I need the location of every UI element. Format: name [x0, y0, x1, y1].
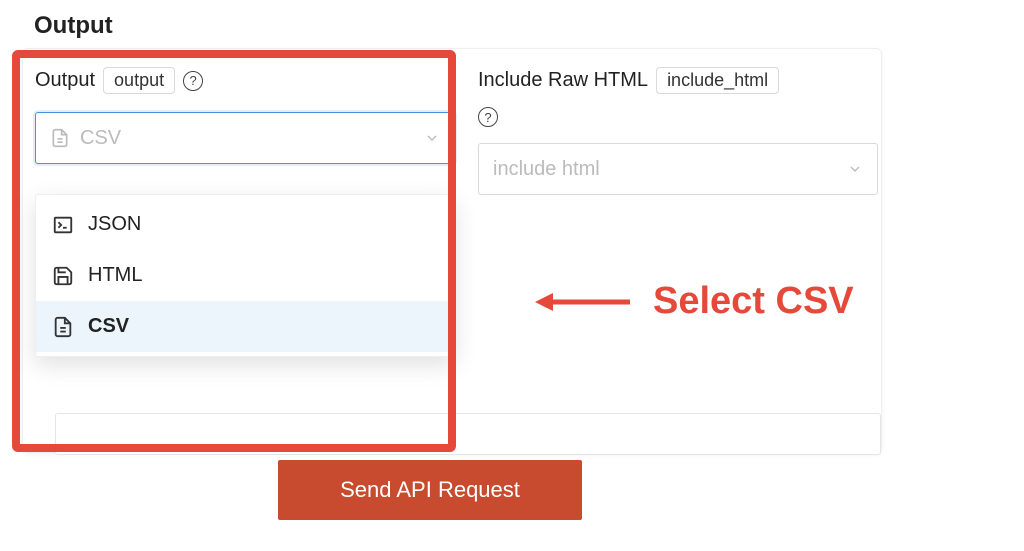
chevron-down-icon [424, 130, 440, 146]
include-param-pill: include_html [656, 67, 779, 94]
output-select-value: CSV [80, 127, 121, 150]
annotation-text: Select CSV [653, 280, 854, 323]
dropdown-option-label: CSV [88, 315, 129, 338]
include-select-wrap: include html [478, 143, 878, 195]
arrow-left-icon [535, 287, 635, 317]
output-select[interactable]: CSV [35, 112, 455, 164]
form-panel: Output output ? CSV Include Raw HTML inc… [22, 48, 882, 453]
dropdown-option-label: JSON [88, 213, 141, 236]
send-api-request-button[interactable]: Send API Request [278, 460, 582, 520]
chevron-down-icon [847, 161, 863, 177]
result-box [55, 413, 881, 455]
output-label-row: Output output ? [35, 67, 455, 94]
output-param-pill: output [103, 67, 175, 94]
dropdown-option-json[interactable]: JSON [36, 199, 454, 250]
terminal-icon [52, 214, 74, 236]
dropdown-option-html[interactable]: HTML [36, 250, 454, 301]
include-select[interactable]: include html [478, 143, 878, 195]
include-label: Include Raw HTML [478, 69, 648, 92]
output-dropdown: JSON HTML CSV [35, 194, 455, 357]
annotation: Select CSV [535, 280, 854, 323]
dropdown-option-csv[interactable]: CSV [36, 301, 454, 352]
include-label-row: Include Raw HTML include_html [478, 67, 878, 94]
output-label: Output [35, 69, 95, 92]
output-field-group: Output output ? CSV [35, 67, 455, 164]
include-field-group: Include Raw HTML include_html [478, 67, 878, 94]
dropdown-option-label: HTML [88, 264, 142, 287]
help-icon[interactable]: ? [478, 107, 498, 127]
include-select-placeholder: include html [493, 158, 600, 181]
help-icon[interactable]: ? [183, 71, 203, 91]
file-icon [50, 128, 70, 148]
section-header: Output [34, 12, 113, 40]
file-icon [52, 316, 74, 338]
save-icon [52, 265, 74, 287]
